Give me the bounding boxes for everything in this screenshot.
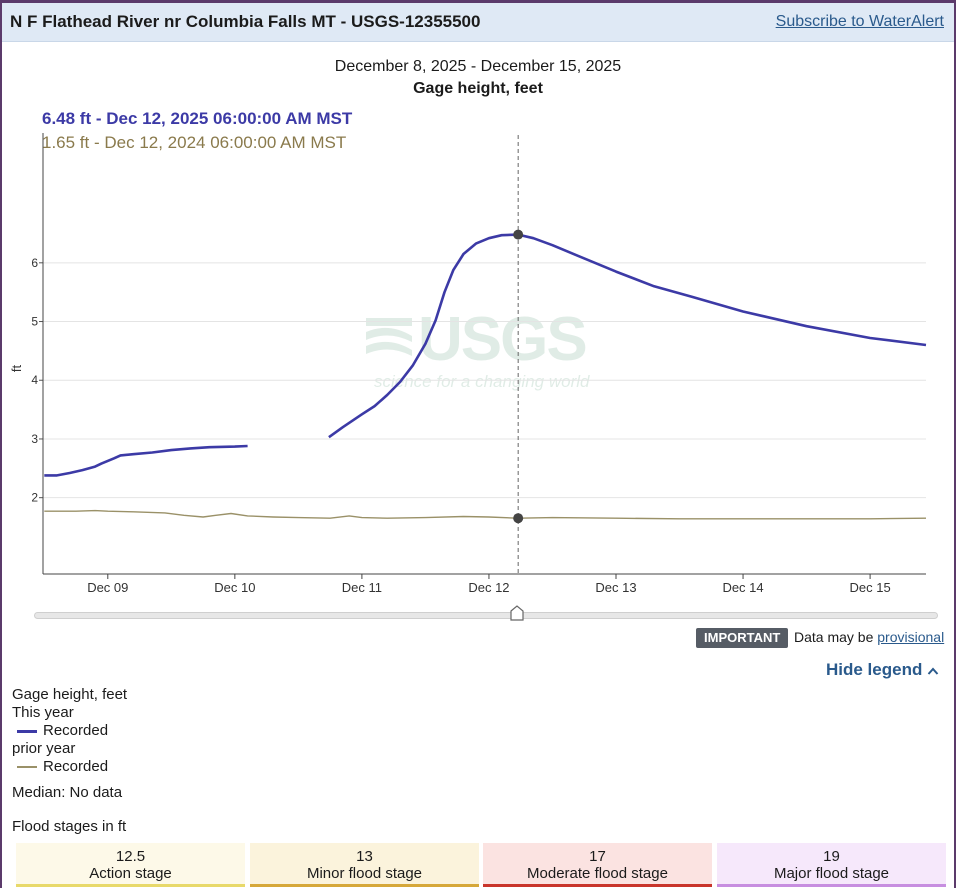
hide-legend-label: Hide legend [826, 660, 923, 679]
important-badge: IMPORTANT [696, 628, 789, 648]
flood-stage-moderate: 17 Moderate flood stage [483, 843, 712, 887]
series-line-this-year [328, 233, 927, 439]
legend-median: Median: No data [12, 784, 123, 801]
x-tick-label: Dec 10 [214, 580, 255, 595]
prior-year-swatch [17, 766, 37, 769]
x-tick-label: Dec 09 [87, 580, 128, 595]
legend-heading: Gage height, feet [12, 686, 128, 703]
x-tick-label: Dec 15 [849, 580, 890, 595]
flood-stage-major: 19 Major flood stage [717, 843, 946, 887]
flood-stage-value: 19 [823, 848, 840, 865]
hide-legend-button[interactable]: Hide legend [826, 660, 939, 680]
y-axis-label: ft [9, 365, 24, 373]
flood-stage-label: Moderate flood stage [527, 865, 668, 882]
chevron-up-icon [927, 667, 939, 675]
x-tick-label: Dec 12 [468, 580, 509, 595]
legend-item-current: Recorded [12, 722, 127, 740]
current-year-swatch [17, 729, 37, 733]
flood-stage-value: 17 [589, 848, 606, 865]
flood-stage-label: Major flood stage [773, 865, 890, 882]
series-line-this-year [44, 444, 248, 477]
cursor-point-current [513, 229, 524, 240]
series-line-prior-year [44, 509, 927, 520]
provisional-link[interactable]: provisional [877, 629, 944, 645]
provisional-text: Data may be [794, 629, 874, 645]
cursor-point-prior [513, 513, 524, 524]
x-tick-label: Dec 14 [722, 580, 763, 595]
cursor [513, 135, 524, 574]
y-tick-label: 5 [31, 315, 38, 329]
y-tick-label: 6 [31, 256, 38, 270]
provisional-note: Data may be provisional [794, 629, 944, 645]
legend-prior-year: prior year [12, 740, 76, 757]
grid-lines [43, 262, 926, 499]
legend-current-label: Recorded [43, 722, 109, 739]
series-lines [44, 233, 927, 520]
y-tick-label: 3 [31, 432, 38, 446]
tooltip-prior-year: 1.65 ft - Dec 12, 2024 06:00:00 AM MST [42, 133, 347, 152]
x-tick-label: Dec 11 [342, 580, 382, 595]
tooltip-current-year: 6.48 ft - Dec 12, 2025 06:00:00 AM MST [42, 109, 353, 128]
flood-stage-value: 13 [356, 848, 373, 865]
flood-stage-action: 12.5 Action stage [16, 843, 245, 887]
axes: 2 3 4 5 6 ft Dec 09 Dec 10 Dec 11 Dec 12 Dec 13 Dec… [9, 133, 926, 595]
time-brush-track[interactable] [34, 612, 938, 619]
legend-this-year: This year [12, 704, 74, 721]
legend-item-prior: Recorded [12, 758, 127, 776]
brush-handle-icon[interactable] [510, 605, 524, 621]
gage-height-chart[interactable]: 2 3 4 5 6 ft Dec 09 Dec 10 Dec 11 Dec 12 Dec 13 Dec… [2, 3, 954, 603]
y-tick-label: 4 [31, 373, 38, 387]
flood-stage-value: 12.5 [115, 848, 146, 865]
flood-stages-title: Flood stages in ft [12, 818, 127, 835]
legend: Gage height, feet This year Recorded pri… [12, 686, 127, 802]
flood-stage-label: Minor flood stage [306, 865, 423, 882]
flood-stage-label: Action stage [89, 865, 172, 882]
x-tick-label: Dec 13 [595, 580, 636, 595]
legend-prior-label: Recorded [43, 758, 109, 775]
flood-stage-minor: 13 Minor flood stage [250, 843, 479, 887]
y-tick-label: 2 [31, 491, 38, 505]
